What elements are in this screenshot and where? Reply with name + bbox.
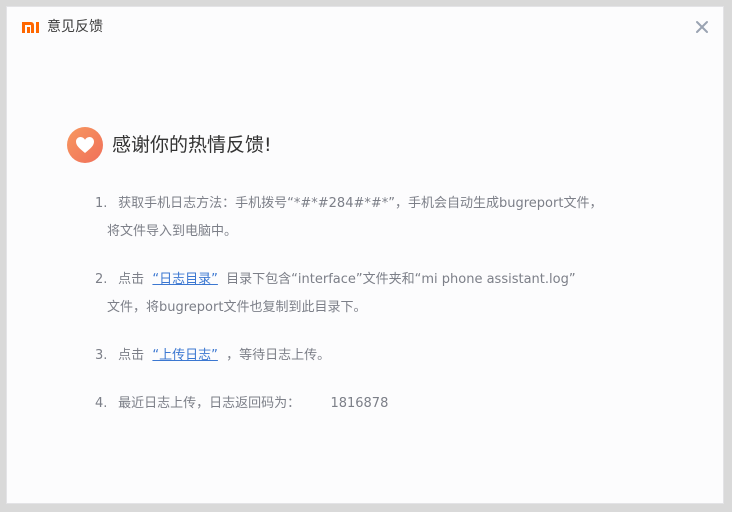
step-text: 点击 [118,348,145,363]
heart-icon [67,127,103,163]
feedback-dialog: 意见反馈 感谢你的热情反馈! 1. 获取手机日志方法：手机拨号“*#*#284#… [6,6,724,504]
upload-log-link[interactable]: “上传日志” [152,348,217,363]
step-number: 4. [95,396,108,411]
step-text-continued: 文件，将bugreport文件也复制到此目录下。 [107,300,367,315]
step-3: 3. 点击 “上传日志” ，等待日志上传。 [95,342,655,370]
title-bar: 意见反馈 [7,7,723,47]
step-4: 4. 最近日志上传，日志返回码为： 1816878 [95,390,655,418]
step-1: 1. 获取手机日志方法：手机拨号“*#*#284#*#*”，手机会自动生成bug… [95,190,655,246]
step-2: 2. 点击 “日志目录” 目录下包含“interface”文件夹和“mi pho… [95,266,655,322]
step-number: 2. [95,272,108,287]
mi-logo-icon [22,22,39,33]
step-text: 目录下包含“interface”文件夹和“mi phone assistant.… [226,272,576,287]
window-title: 意见反馈 [47,19,103,35]
heading-text: 感谢你的热情反馈! [112,134,272,156]
close-icon[interactable] [693,18,711,36]
step-number: 3. [95,348,108,363]
step-text: 获取手机日志方法：手机拨号“*#*#284#*#*”，手机会自动生成bugrep… [118,196,603,211]
instruction-list: 1. 获取手机日志方法：手机拨号“*#*#284#*#*”，手机会自动生成bug… [95,190,655,418]
step-number: 1. [95,196,108,211]
step-text-continued: 将文件导入到电脑中。 [107,224,238,239]
step-text: 点击 [118,272,145,287]
step-text: 最近日志上传，日志返回码为： [118,396,301,411]
log-directory-link[interactable]: “日志目录” [152,272,217,287]
step-text: ，等待日志上传。 [226,348,331,363]
return-code-value: 1816878 [330,396,389,411]
